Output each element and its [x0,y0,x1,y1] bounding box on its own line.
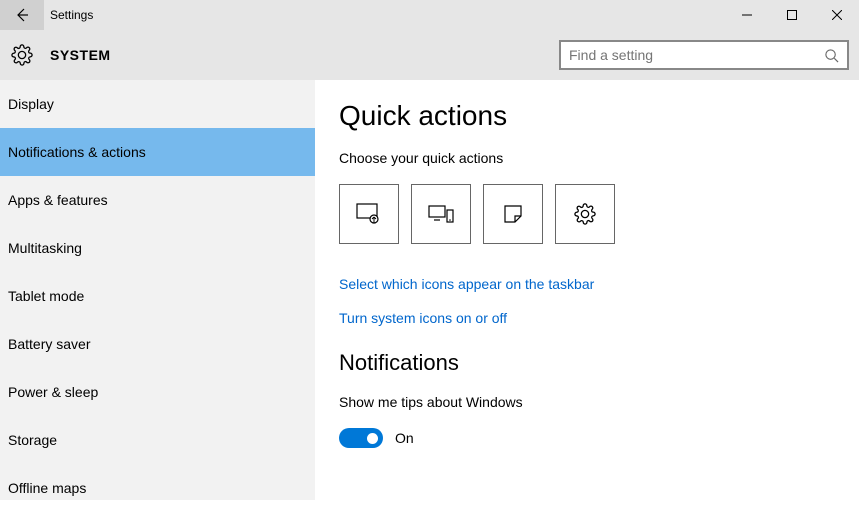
quick-action-note[interactable] [483,184,543,244]
link-taskbar-icons[interactable]: Select which icons appear on the taskbar [339,276,859,292]
link-system-icons[interactable]: Turn system icons on or off [339,310,859,326]
sidebar-item-display[interactable]: Display [0,80,315,128]
window-title: Settings [50,8,93,22]
header: SYSTEM [0,30,859,80]
quick-action-all-settings[interactable] [555,184,615,244]
note-icon [503,204,523,224]
close-button[interactable] [814,0,859,30]
toggle-knob [367,433,378,444]
search-input[interactable] [569,47,824,63]
tips-toggle-state: On [395,430,414,446]
header-left: SYSTEM [0,39,111,71]
search-icon [824,48,839,63]
back-button[interactable] [0,0,44,30]
tips-toggle[interactable] [339,428,383,448]
tips-label: Show me tips about Windows [339,394,859,410]
section-title: SYSTEM [50,47,111,63]
tablet-mode-icon [356,203,382,225]
minimize-button[interactable] [724,0,769,30]
settings-icon-box [6,39,38,71]
arrow-left-icon [14,7,30,23]
quick-action-tablet-mode[interactable] [339,184,399,244]
minimize-icon [742,10,752,20]
search-box[interactable] [559,40,849,70]
sidebar-item-label: Notifications & actions [8,144,146,160]
sidebar-item-label: Multitasking [8,240,82,256]
sidebar: Display Notifications & actions Apps & f… [0,80,315,500]
gear-icon [574,203,596,225]
sidebar-item-label: Storage [8,432,57,448]
connect-icon [428,204,454,224]
sidebar-item-label: Battery saver [8,336,90,352]
sidebar-item-label: Power & sleep [8,384,98,400]
sidebar-item-notifications[interactable]: Notifications & actions [0,128,315,176]
sidebar-item-label: Tablet mode [8,288,84,304]
maximize-button[interactable] [769,0,814,30]
sidebar-item-tablet-mode[interactable]: Tablet mode [0,272,315,320]
sidebar-item-label: Display [8,96,54,112]
title-bar: Settings [0,0,859,30]
sidebar-item-apps[interactable]: Apps & features [0,176,315,224]
content: Quick actions Choose your quick actions … [315,80,859,500]
sidebar-item-label: Apps & features [8,192,108,208]
sidebar-item-storage[interactable]: Storage [0,416,315,464]
notifications-heading: Notifications [339,350,859,376]
window-controls [724,0,859,30]
sidebar-item-label: Offline maps [8,480,86,496]
quick-actions-subtitle: Choose your quick actions [339,150,859,166]
sidebar-item-power-sleep[interactable]: Power & sleep [0,368,315,416]
close-icon [832,10,842,20]
gear-icon [11,44,33,66]
sidebar-item-battery-saver[interactable]: Battery saver [0,320,315,368]
body: Display Notifications & actions Apps & f… [0,80,859,500]
maximize-icon [787,10,797,20]
sidebar-item-multitasking[interactable]: Multitasking [0,224,315,272]
quick-action-tiles [339,184,859,244]
sidebar-item-offline-maps[interactable]: Offline maps [0,464,315,512]
tips-toggle-row: On [339,428,859,448]
quick-action-connect[interactable] [411,184,471,244]
quick-actions-heading: Quick actions [339,100,859,132]
